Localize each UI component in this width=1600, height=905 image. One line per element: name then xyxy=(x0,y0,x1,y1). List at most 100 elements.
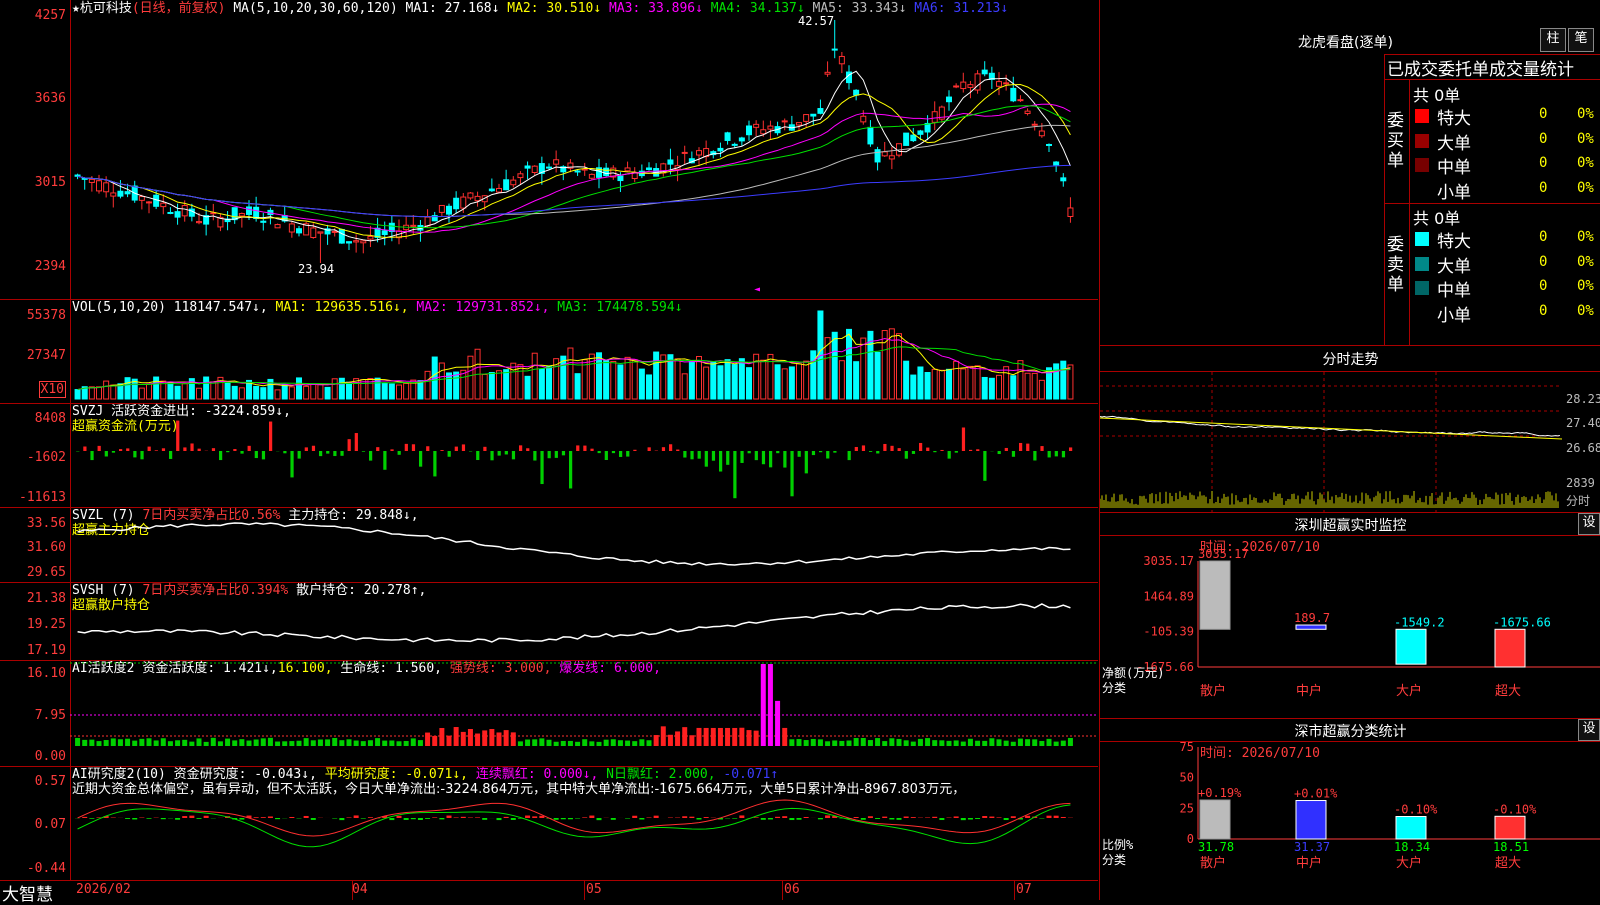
flow-bar xyxy=(340,451,343,456)
svzj-panel[interactable]: 8408 -1602 -11613 SVZJ 活跃资金进出: -3224.859… xyxy=(0,403,1098,508)
candle-body xyxy=(118,191,123,196)
research-line xyxy=(78,805,1071,847)
candle-body xyxy=(447,206,452,214)
activity-bar xyxy=(539,738,544,746)
research-bar xyxy=(961,818,966,820)
ai-activity-panel[interactable]: 16.10 7.95 0.00 AI活跃度2 资金活跃度: 1.421↓,16.… xyxy=(0,660,1098,767)
x-axis-label: 分类 xyxy=(1102,853,1126,867)
flow-bar xyxy=(533,451,536,461)
volume-bar xyxy=(418,381,423,399)
activity-bar xyxy=(247,741,252,746)
order-volume: 0 xyxy=(1539,155,1547,171)
flow-bar xyxy=(219,451,222,460)
candle-body xyxy=(354,241,359,242)
intraday-ytick: 27.40 xyxy=(1566,416,1600,430)
activity-bar xyxy=(618,740,623,746)
flow-bar xyxy=(762,451,765,464)
bar-mode-button[interactable]: 柱 xyxy=(1540,28,1566,52)
volume-panel[interactable]: 55378 27347 X10 VOL(5,10,20) 118147.547↓… xyxy=(0,299,1098,404)
flow-bar xyxy=(362,451,365,452)
flow-bar xyxy=(583,446,586,451)
activity-bar xyxy=(1047,739,1052,746)
activity-bar xyxy=(1018,739,1023,746)
bar-value: -0.10% xyxy=(1493,802,1537,816)
research-bar xyxy=(147,818,152,819)
research-bar xyxy=(639,818,644,820)
flow-bar xyxy=(783,451,786,468)
candle-body xyxy=(97,181,102,191)
research-bar xyxy=(768,818,773,819)
activity-bar xyxy=(711,728,716,746)
volume-bar xyxy=(797,364,802,399)
intraday-ytick: 26.68 xyxy=(1566,441,1600,455)
order-type: 中单 xyxy=(1437,276,1471,301)
volume-bar xyxy=(932,369,937,399)
bar-value: -0.10% xyxy=(1394,803,1438,817)
volume-bar xyxy=(489,373,494,399)
research-bar xyxy=(939,818,944,820)
flow-bar xyxy=(476,451,479,460)
flow-bar xyxy=(1005,448,1008,451)
candle-body xyxy=(347,242,352,243)
volume-bar xyxy=(211,382,216,399)
candle-body xyxy=(511,180,516,185)
flow-bar xyxy=(1062,451,1065,457)
order-percent: 0% xyxy=(1577,155,1594,171)
candle-body xyxy=(854,90,859,95)
activity-bar xyxy=(968,739,973,746)
volume-bar xyxy=(847,329,852,399)
flow-bar xyxy=(319,451,322,456)
volume-bar xyxy=(197,388,202,399)
flow-bar xyxy=(198,449,201,451)
candle-body xyxy=(754,124,759,127)
volume-bar xyxy=(111,385,116,399)
time-label: 时间: 2026/07/10 xyxy=(1200,746,1320,761)
research-bar xyxy=(254,817,259,818)
activity-bar xyxy=(947,741,952,746)
activity-bar xyxy=(839,741,844,746)
candle-body xyxy=(1025,111,1030,113)
volume-bar xyxy=(861,338,866,399)
flow-bar xyxy=(883,444,886,451)
intraday-panel[interactable]: 分时走势 28.23 27.40 26.68 2839 分时 xyxy=(1099,346,1600,513)
ma-line xyxy=(78,104,1071,232)
ai-research-panel[interactable]: 0.57 0.07 -0.44 AI研究度2(10) 资金研究度: -0.043… xyxy=(0,766,1098,881)
flow-bar xyxy=(898,448,901,451)
flow-bar xyxy=(1055,451,1058,456)
volume-bar xyxy=(697,357,702,399)
flow-bar xyxy=(1040,446,1043,451)
flow-bar xyxy=(905,451,908,459)
research-bar xyxy=(239,818,244,820)
stats-panel[interactable]: 深市超赢分类统计 设 时间: 2026/07/107550250比例%分类+0.… xyxy=(1099,719,1600,900)
category-label: 大户 xyxy=(1396,683,1422,699)
flow-bar xyxy=(605,451,608,460)
research-bar xyxy=(732,818,737,819)
candle-body xyxy=(161,203,166,206)
flow-bar xyxy=(712,451,715,461)
price-panel[interactable]: 4257 3636 3015 2394 ★杭可科技(日线，前复权) MA(5,1… xyxy=(0,0,1098,300)
bar-value: -1549.2 xyxy=(1394,615,1445,629)
activity-bar xyxy=(768,664,773,746)
activity-bar xyxy=(404,741,409,746)
category-label: 散户 xyxy=(1200,683,1226,699)
candle-body xyxy=(75,175,80,176)
activity-bar xyxy=(561,741,566,746)
activity-bar xyxy=(718,728,723,746)
flow-bar xyxy=(119,449,122,451)
volume-bar xyxy=(582,360,587,399)
volume-bar xyxy=(961,369,966,399)
monitor-panel[interactable]: 深圳超赢实时监控 设 时间: 2026/07/103035.171464.89-… xyxy=(1099,513,1600,719)
svsh-panel[interactable]: 21.38 19.25 17.19 SVSH (7) 7日内买卖净占比0.394… xyxy=(0,582,1098,661)
research-bar xyxy=(418,818,423,820)
category-bar xyxy=(1495,816,1525,839)
volume-bar xyxy=(939,370,944,399)
volume-bar xyxy=(711,362,716,399)
research-bar xyxy=(997,817,1002,818)
activity-bar xyxy=(432,736,437,746)
tick-mode-button[interactable]: 笔 xyxy=(1568,28,1594,52)
low-label: 23.94 xyxy=(298,262,334,276)
category-label: 中户 xyxy=(1296,855,1322,871)
svzl-panel[interactable]: 33.56 31.60 29.65 SVZL (7) 7日内买卖净占比0.56%… xyxy=(0,507,1098,583)
research-bar xyxy=(1025,816,1030,818)
flow-bar xyxy=(176,421,179,451)
